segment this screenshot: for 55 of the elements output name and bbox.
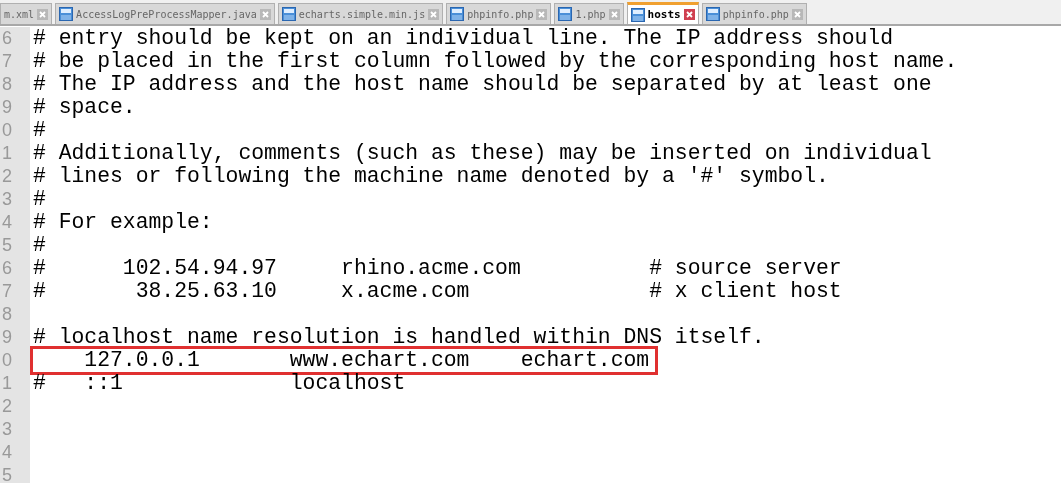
close-icon[interactable] xyxy=(37,8,49,20)
line-number: 8 xyxy=(0,303,30,326)
line-number: 6 xyxy=(0,257,30,280)
code-line: # 102.54.94.97 rhino.acme.com # source server xyxy=(33,256,842,280)
file-tab[interactable]: hosts xyxy=(626,2,699,24)
close-icon[interactable] xyxy=(683,9,695,20)
line-number: 1 xyxy=(0,142,30,165)
file-tab[interactable]: AccessLogPreProcessMapper.java xyxy=(55,3,275,24)
file-tab[interactable]: 1.php xyxy=(554,3,624,24)
code-line: # xyxy=(33,233,46,257)
line-number: 2 xyxy=(0,395,30,418)
close-icon[interactable] xyxy=(428,8,440,20)
code-line: # ::1 localhost xyxy=(33,371,406,395)
line-number: 7 xyxy=(0,50,30,73)
line-number: 1 xyxy=(0,372,30,395)
code-line: # xyxy=(33,187,46,211)
close-icon[interactable] xyxy=(791,8,803,20)
line-number: 3 xyxy=(0,418,30,441)
line-number: 8 xyxy=(0,73,30,96)
line-number: 4 xyxy=(0,211,30,234)
file-tab[interactable]: phpinfo.php xyxy=(701,3,807,24)
code-line: # space. xyxy=(33,95,136,119)
line-number: 6 xyxy=(0,27,30,50)
code-line: # 38.25.63.10 x.acme.com # x client host xyxy=(33,279,842,303)
document-icon xyxy=(630,7,645,22)
file-tab[interactable]: echarts.simple.min.js xyxy=(277,3,444,24)
code-line: # lines or following the machine name denoted by a '#' symbol. xyxy=(33,164,829,188)
code-line: 127.0.0.1 www.echart.com echart.com xyxy=(83,348,650,372)
file-tab[interactable]: m.xml xyxy=(0,3,53,24)
code-line: # be placed in the first column followed by the corresponding host name. xyxy=(33,49,958,73)
document-icon xyxy=(450,7,465,21)
document-icon xyxy=(705,7,720,21)
line-number: 4 xyxy=(0,441,30,464)
line-number: 5 xyxy=(0,234,30,257)
code-line: # entry should be kept on an individual line. The IP address should xyxy=(33,26,894,50)
line-number: 0 xyxy=(0,119,30,142)
code-line: # Additionally, comments (such as these) may be inserted on individual xyxy=(33,141,932,165)
line-number: 0 xyxy=(0,349,30,372)
document-icon xyxy=(59,7,74,21)
line-number: 9 xyxy=(0,326,30,349)
line-number: 3 xyxy=(0,188,30,211)
close-icon[interactable] xyxy=(259,8,271,20)
code-line: # For example: xyxy=(33,210,213,234)
code-line: # xyxy=(33,118,46,142)
document-icon xyxy=(558,7,573,21)
close-icon[interactable] xyxy=(608,8,620,20)
code-line: # localhost name resolution is handled within DNS itself. xyxy=(33,325,765,349)
line-number: 7 xyxy=(0,280,30,303)
line-number: 5 xyxy=(0,464,30,483)
document-icon xyxy=(281,7,296,21)
line-number: 2 xyxy=(0,165,30,188)
file-tab[interactable]: phpinfo.php xyxy=(446,3,552,24)
close-icon[interactable] xyxy=(536,8,548,20)
line-number: 9 xyxy=(0,96,30,119)
code-line: # The IP address and the host name should be separated by at least one xyxy=(33,72,932,96)
